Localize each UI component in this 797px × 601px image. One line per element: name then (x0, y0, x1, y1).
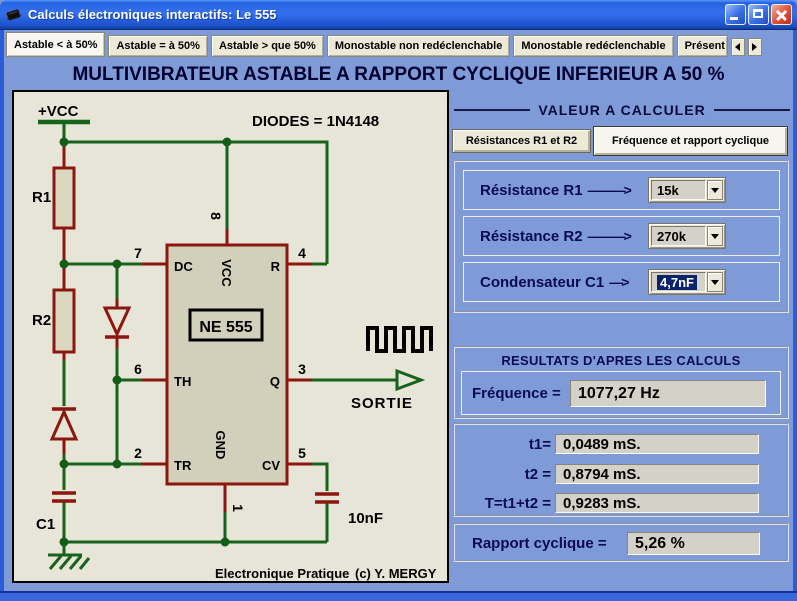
titlebar: Calculs électroniques interactifs: Le 55… (0, 0, 797, 30)
calculator-header-label: VALEUR A CALCULER (538, 102, 706, 118)
r2-combo-value: 270k (657, 228, 686, 244)
r2-combo-field[interactable]: 270k (651, 226, 706, 246)
square-wave-icon (366, 326, 433, 353)
app-window: Calculs électroniques interactifs: Le 55… (0, 0, 797, 601)
mode-button-resistances[interactable]: Résistances R1 et R2 (452, 129, 591, 153)
input-group: Résistance R1 ———> 15k Résistance R2 ———… (453, 160, 789, 313)
pin-name-q: Q (270, 374, 280, 389)
t-total-label: T=t1+t2 = (484, 495, 551, 512)
t1-value-field: 0,0489 mS. (555, 434, 759, 454)
t2-label: t2 = (524, 466, 551, 483)
circuit-schematic: NE 555 +VCC DIODES = 1N4148 R1 R2 C1 10n… (12, 90, 449, 583)
tab-astable-gt-50[interactable]: Astable > que 50% (210, 35, 324, 57)
resistor-r2 (52, 288, 76, 354)
tab-astable-lt-50[interactable]: Astable < à 50% (6, 32, 106, 57)
r2-combo-dropdown-icon[interactable] (707, 226, 723, 246)
input-row-c1: Condensateur C1 —> 4,7nF (463, 262, 780, 302)
r2-input-label: Résistance R2 (480, 227, 583, 245)
input-row-r2: Résistance R2 ———> 270k (463, 216, 780, 256)
tab-monostable-non-redeclenchable[interactable]: Monostable non redéclenchable (326, 35, 511, 57)
pin-name-dc: DC (174, 259, 193, 274)
credit-publisher: Electronique Pratique (215, 566, 349, 581)
window-title: Calculs électroniques interactifs: Le 55… (28, 7, 277, 22)
r2-value-combobox[interactable]: 270k (648, 223, 726, 249)
arrow-glyph: —> (609, 274, 629, 290)
pin-5: 5 (298, 445, 306, 461)
frequency-box: Fréquence = 1077,27 Hz (461, 371, 781, 415)
pin-name-r: R (271, 259, 281, 274)
t1-label: t1= (528, 436, 551, 453)
tab-monostable-redeclenchable[interactable]: Monostable redéclenchable (513, 35, 674, 57)
pin-name-cv: CV (262, 458, 280, 473)
pin-name-tr: TR (174, 458, 192, 473)
credit-author: (c) Y. MERGY (355, 566, 437, 581)
results-group-times: t1= 0,0489 mS. t2 = 0,8794 mS. T=t1+t2 =… (453, 423, 789, 517)
c1-input-label: Condensateur C1 (480, 273, 605, 291)
tab-bar: Astable < à 50% Astable = à 50% Astable … (4, 31, 793, 58)
c1-combo-field[interactable]: 4,7nF (651, 272, 706, 292)
diodes-note: DIODES = 1N4148 (252, 113, 379, 130)
t-total-value-field: 0,9283 mS. (555, 493, 759, 513)
pin-name-gnd: GND (213, 431, 228, 460)
r1-value-combobox[interactable]: 15k (648, 177, 726, 203)
pin-2: 2 (134, 445, 142, 461)
mode-button-frequence[interactable]: Fréquence et rapport cyclique (593, 126, 788, 156)
c2-label: 10nF (348, 510, 383, 527)
vcc-label: +VCC (38, 103, 79, 120)
window-frame-left (0, 30, 4, 591)
r1-combo-field[interactable]: 15k (651, 180, 706, 200)
pin-1: 1 (230, 504, 246, 512)
diode-d2 (49, 407, 79, 441)
input-row-r1: Résistance R1 ———> 15k (463, 170, 780, 210)
diode-d1 (102, 306, 132, 339)
window-frame-bottom (0, 591, 797, 601)
divider (713, 109, 790, 111)
minimize-button[interactable] (725, 4, 746, 25)
r1-combo-dropdown-icon[interactable] (707, 180, 723, 200)
r1-label: R1 (32, 189, 51, 206)
pin-8: 8 (208, 212, 224, 220)
capacitor-c1 (52, 491, 76, 503)
resistor-r1 (52, 166, 76, 230)
arrow-glyph: ———> (587, 228, 632, 244)
output-label: SORTIE (351, 395, 413, 412)
tab-astable-eq-50[interactable]: Astable = à 50% (108, 35, 208, 57)
tab-scroll-left-icon[interactable] (730, 38, 745, 56)
c1-combo-value: 4,7nF (657, 274, 697, 290)
calculator-section-header: VALEUR A CALCULER (454, 101, 790, 119)
pin-6: 6 (134, 361, 142, 377)
results-group-frequency: RESULTATS D'APRES LES CALCULS Fréquence … (453, 346, 789, 419)
duty-cycle-value-field: 5,26 % (627, 532, 760, 555)
results-group-duty: Rapport cyclique = 5,26 % (453, 523, 789, 562)
close-button[interactable] (771, 4, 792, 25)
r2-label: R2 (32, 312, 51, 329)
circuit-drawing: NE 555 +VCC DIODES = 1N4148 R1 R2 C1 10n… (32, 103, 437, 581)
t2-value-field: 0,8794 mS. (555, 464, 759, 484)
capacitor-10nf (315, 492, 339, 504)
maximize-button[interactable] (748, 4, 769, 25)
frequency-label: Fréquence = (472, 385, 561, 402)
results-header: RESULTATS D'APRES LES CALCULS (501, 353, 741, 368)
c1-value-combobox[interactable]: 4,7nF (648, 269, 726, 295)
frequency-value-field: 1077,27 Hz (570, 380, 766, 407)
app-icon (5, 9, 22, 21)
pin-3: 3 (298, 361, 306, 377)
duty-cycle-label: Rapport cyclique = (472, 535, 607, 552)
divider (454, 109, 531, 111)
arrow-glyph: ———> (587, 182, 632, 198)
c1-label: C1 (36, 516, 55, 533)
pin-name-vcc: VCC (219, 259, 234, 287)
tab-scroll-right-icon[interactable] (747, 38, 762, 56)
chip-label: NE 555 (199, 319, 252, 336)
window-frame-right (793, 30, 797, 591)
output-arrow-icon (395, 368, 426, 392)
pin-7: 7 (134, 245, 142, 261)
pin-4: 4 (298, 245, 306, 261)
r1-input-label: Résistance R1 (480, 181, 583, 199)
pin-name-th: TH (174, 374, 191, 389)
tab-presentation[interactable]: Présent (676, 35, 728, 57)
c1-combo-dropdown-icon[interactable] (707, 272, 723, 292)
page-title: MULTIVIBRATEUR ASTABLE A RAPPORT CYCLIQU… (72, 64, 725, 85)
r1-combo-value: 15k (657, 182, 679, 198)
